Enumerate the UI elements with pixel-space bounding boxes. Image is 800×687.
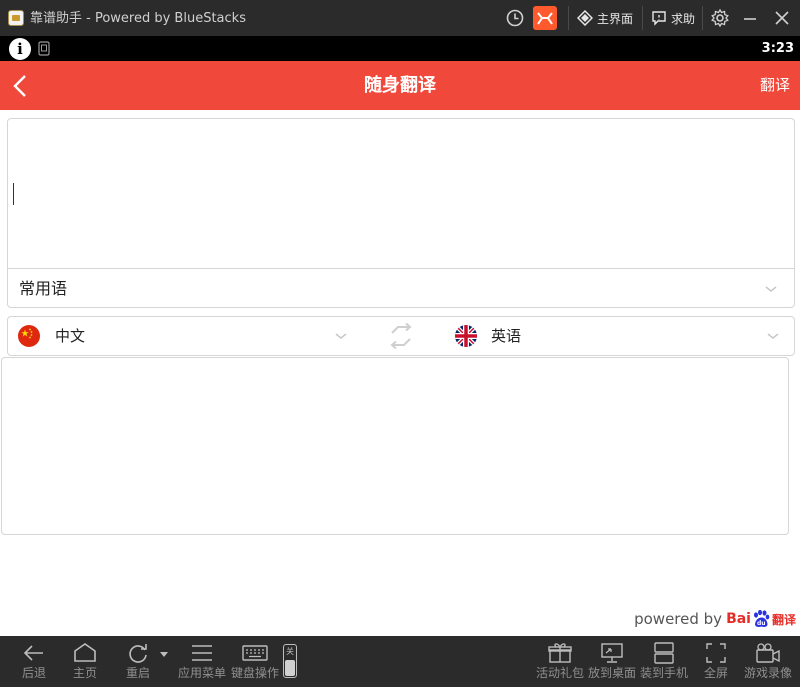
home-screen-button[interactable]: 主界面 <box>577 0 633 36</box>
monitor-icon <box>601 643 623 663</box>
keyboard-toggle-switch[interactable]: 关 <box>283 644 297 678</box>
window-title: 靠谱助手 - Powered by BlueStacks <box>30 11 246 26</box>
uk-flag-icon <box>455 325 477 347</box>
translate-button[interactable]: 翻译 <box>760 61 790 110</box>
minimize-icon[interactable] <box>740 8 760 28</box>
common-phrases-dropdown[interactable]: 常用语 <box>8 268 794 307</box>
close-icon[interactable] <box>772 8 792 28</box>
clock-icon[interactable] <box>505 8 525 28</box>
swap-languages-icon[interactable] <box>387 322 415 350</box>
chevron-down-icon <box>335 333 347 339</box>
diamond-icon <box>577 10 593 26</box>
chat-bubble-icon <box>652 11 666 26</box>
restart-button[interactable]: 重启 <box>112 636 164 687</box>
baidu-fanyi-text: 翻译 <box>771 612 796 627</box>
help-button[interactable]: 求助 <box>651 0 695 36</box>
source-language-name: 中文 <box>55 327 86 345</box>
info-icon: i <box>9 38 31 60</box>
help-label: 求助 <box>671 11 696 26</box>
titlebar-divider <box>702 6 703 30</box>
fullscreen-label: 全屏 <box>703 666 728 680</box>
title-bar: 靠谱助手 - Powered by BlueStacks 主界面 求助 <box>0 0 800 36</box>
chevron-down-icon <box>765 286 777 292</box>
back-label: 后退 <box>21 666 46 680</box>
app-logo-icon <box>8 10 24 26</box>
keyboard-label: 键盘操作 <box>230 666 279 680</box>
restart-label: 重启 <box>125 666 150 680</box>
keyboard-toggle-label: 关 <box>286 647 294 656</box>
back-button[interactable]: 后退 <box>8 636 60 687</box>
restart-icon <box>129 644 147 663</box>
status-time: 3:23 <box>761 41 794 56</box>
phone-icon <box>38 41 50 56</box>
home-button[interactable]: 主页 <box>59 636 111 687</box>
powered-by: powered by Bai du 翻译 <box>634 606 796 632</box>
keyboard-button[interactable]: 键盘操作 <box>229 636 281 687</box>
home-screen-label: 主界面 <box>597 11 634 26</box>
android-status-bar: i 3:23 <box>0 36 800 61</box>
app-menu-label: 应用菜单 <box>177 666 226 680</box>
menu-icon <box>192 645 212 661</box>
translation-output <box>1 357 789 535</box>
baidu-paw-icon: du <box>751 609 771 629</box>
to-phone-label: 装到手机 <box>639 666 688 680</box>
page-title: 随身翻译 <box>364 75 436 96</box>
titlebar-divider <box>568 6 569 30</box>
gifts-label: 活动礼包 <box>535 666 584 680</box>
keyboard-icon <box>242 645 268 661</box>
toggle-knob <box>285 660 295 676</box>
titlebar-divider <box>642 6 643 30</box>
powered-by-text: powered by <box>634 610 723 628</box>
gift-icon[interactable] <box>533 6 557 30</box>
home-label: 主页 <box>72 666 97 680</box>
emulator-toolbar: 后退 主页 重启 应用菜单 键盘操作 活动礼包 放到桌面 装到手机 全屏 游戏录… <box>0 636 800 687</box>
fullscreen-button[interactable]: 全屏 <box>690 636 742 687</box>
to-desktop-label: 放到桌面 <box>587 666 636 680</box>
app-menu-button[interactable]: 应用菜单 <box>176 636 228 687</box>
target-language-name: 英语 <box>491 327 522 345</box>
svg-text:du: du <box>757 620 766 627</box>
app-header: 随身翻译 翻译 <box>0 61 800 110</box>
house-icon <box>74 643 96 662</box>
source-text-input[interactable] <box>8 119 794 268</box>
gifts-button[interactable]: 活动礼包 <box>534 636 586 687</box>
caret-down-icon[interactable] <box>160 652 168 658</box>
chevron-down-icon <box>767 333 779 339</box>
install-phone-icon <box>654 642 674 664</box>
to-phone-button[interactable]: 装到手机 <box>638 636 690 687</box>
language-selector: 中文 英语 <box>7 316 795 356</box>
common-phrases-label: 常用语 <box>19 279 68 298</box>
baidu-logo: Bai du 翻译 <box>726 609 796 629</box>
to-desktop-button[interactable]: 放到桌面 <box>586 636 638 687</box>
source-language-dropdown[interactable]: 中文 <box>8 317 352 355</box>
text-caret <box>13 183 14 205</box>
gift-box-icon <box>548 643 572 663</box>
target-language-dropdown[interactable]: 英语 <box>446 317 794 355</box>
china-flag-icon <box>18 325 40 347</box>
gear-icon[interactable] <box>710 8 730 28</box>
video-camera-icon <box>756 643 780 663</box>
arrow-left-icon <box>23 645 43 661</box>
baidu-bai-text: Bai <box>726 611 751 627</box>
fullscreen-icon <box>706 643 726 663</box>
record-label: 游戏录像 <box>743 666 792 680</box>
record-button[interactable]: 游戏录像 <box>742 636 794 687</box>
emulator-window: 靠谱助手 - Powered by BlueStacks 主界面 求助 i 3:… <box>0 0 800 687</box>
source-input-card: 常用语 <box>7 118 795 308</box>
